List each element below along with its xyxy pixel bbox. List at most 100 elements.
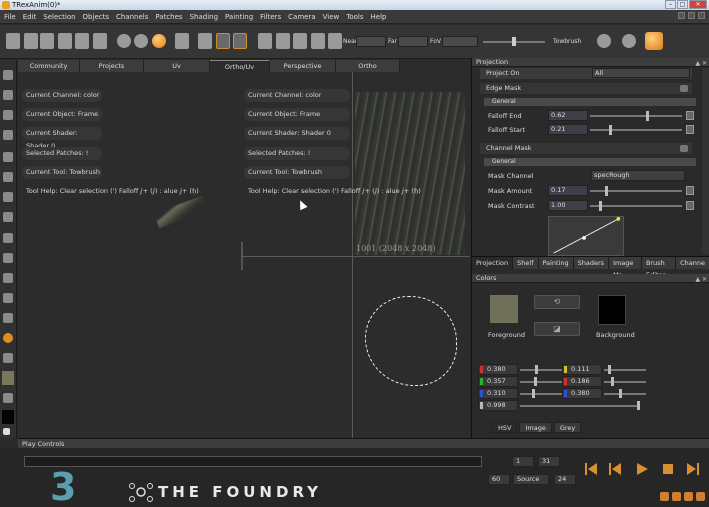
bg-channel-handle[interactable] <box>618 389 622 398</box>
stop-icon[interactable] <box>661 462 675 476</box>
channel-mask-general[interactable]: General <box>484 158 696 166</box>
gradient-tool-icon[interactable] <box>3 293 13 303</box>
projection-mode-icon[interactable] <box>198 33 212 49</box>
tab-image-manager[interactable]: Image Ma... <box>609 257 643 279</box>
fg-channel-slider[interactable] <box>520 405 640 407</box>
background-color-swatch[interactable] <box>598 295 626 325</box>
menu-selection[interactable]: Selection <box>43 13 75 21</box>
tab-perspective[interactable]: Perspective <box>270 60 336 72</box>
lock-camera-icon[interactable] <box>328 33 342 49</box>
minimize-button[interactable]: – <box>665 0 676 9</box>
swap-colors-button[interactable]: ⟲ <box>534 295 580 309</box>
mask-contrast-field[interactable]: 1.00 <box>548 200 588 211</box>
mask-channel-select[interactable]: specRough <box>591 170 685 181</box>
undo-icon[interactable] <box>75 33 89 49</box>
falloff-end-handle[interactable] <box>645 111 649 121</box>
menu-file[interactable]: File <box>4 13 16 21</box>
maximize-button[interactable]: □ <box>677 0 688 9</box>
bg-value-field[interactable]: 0.186 <box>562 376 602 387</box>
fg-channel-handle[interactable] <box>533 377 537 386</box>
viewport[interactable]: Community Projects Uv Ortho/Uv Perspecti… <box>18 60 470 438</box>
tab-projection[interactable]: Projection <box>472 257 514 269</box>
mask-curve-point[interactable] <box>582 236 586 240</box>
redo-icon[interactable] <box>93 33 107 49</box>
tab-shelf[interactable]: Shelf <box>513 257 539 269</box>
bg-value-field[interactable]: 0.111 <box>562 364 602 375</box>
fg-channel-slider[interactable] <box>520 381 562 383</box>
panel-header-controls[interactable]: ▲ ✕ <box>695 59 707 68</box>
fg-value-field[interactable]: 0.310 <box>478 388 518 399</box>
blur-tool-icon[interactable] <box>3 253 13 263</box>
render-icon[interactable] <box>311 33 325 49</box>
tab-brush-editor[interactable]: Brush Editor <box>642 257 677 279</box>
timeline-scrubber[interactable] <box>24 456 482 467</box>
tab-ortho[interactable]: Ortho <box>336 60 400 72</box>
flat-shading-icon[interactable] <box>117 34 131 48</box>
mask-contrast-slider[interactable] <box>590 205 682 207</box>
new-file-icon[interactable] <box>6 33 20 49</box>
fg-channel-handle[interactable] <box>636 401 640 410</box>
dodge-tool-icon[interactable] <box>3 273 13 283</box>
channel-mask-toggle-icon[interactable] <box>680 145 688 152</box>
falloff-start-handle[interactable] <box>608 125 612 135</box>
fg-channel-handle[interactable] <box>532 389 536 398</box>
step-field[interactable]: 24 <box>554 474 576 485</box>
play-icon[interactable] <box>635 462 649 476</box>
foreground-swatch[interactable] <box>2 371 14 385</box>
mask-amount-slider[interactable] <box>590 190 682 192</box>
menu-edit[interactable]: Edit <box>23 13 37 21</box>
eyedropper-tool-icon[interactable] <box>3 353 13 363</box>
save-as-icon[interactable] <box>58 33 72 49</box>
projection-panel-scrollbar[interactable] <box>702 68 709 254</box>
camera-view-icon[interactable] <box>276 33 290 49</box>
falloff-end-field[interactable]: 0.62 <box>548 110 588 121</box>
close-button[interactable]: ✕ <box>689 0 707 9</box>
falloff-start-slider[interactable] <box>590 129 682 131</box>
tab-hsv[interactable]: HSV <box>492 422 518 433</box>
source-select[interactable]: Source <box>513 474 549 485</box>
fg-value-field[interactable]: 0.357 <box>478 376 518 387</box>
save-icon[interactable] <box>40 33 54 49</box>
project-on-select[interactable]: All <box>592 68 690 78</box>
smear-tool-icon[interactable] <box>3 192 13 202</box>
paint-buffer-icon[interactable] <box>233 33 247 49</box>
colors-header-controls[interactable]: ▲ ✕ <box>695 275 707 284</box>
menu-patches[interactable]: Patches <box>155 13 182 21</box>
falloff-end-slider[interactable] <box>590 115 682 117</box>
mode-settings-icon[interactable] <box>645 32 663 50</box>
step-back-icon[interactable] <box>608 462 622 476</box>
fg-value-field[interactable]: 0.380 <box>478 364 518 375</box>
bg-channel-handle[interactable] <box>608 365 612 374</box>
move-tool-icon[interactable] <box>3 130 13 140</box>
reset-colors-icon[interactable] <box>3 428 10 435</box>
mask-amount-handle[interactable] <box>605 186 609 196</box>
brush-slider-handle[interactable] <box>512 37 516 46</box>
far-field[interactable] <box>398 36 428 47</box>
mask-amount-field[interactable]: 0.17 <box>548 185 588 196</box>
step-forward-icon[interactable] <box>686 462 700 476</box>
bg-value-field[interactable]: 0.380 <box>562 388 602 399</box>
menu-channels[interactable]: Channels <box>116 13 148 21</box>
mask-contrast-lock-icon[interactable] <box>686 201 694 210</box>
paint-color-icon[interactable] <box>622 34 636 48</box>
background-swatch[interactable] <box>2 410 14 424</box>
edge-mask-general[interactable]: General <box>484 98 696 106</box>
menu-help[interactable]: Help <box>371 13 387 21</box>
paint-tool-icon[interactable] <box>3 333 13 343</box>
pin-tool-icon[interactable] <box>3 212 13 222</box>
fg-channel-slider[interactable] <box>520 393 562 395</box>
tab-image[interactable]: Image <box>519 422 552 433</box>
tab-shaders[interactable]: Shaders <box>573 257 610 269</box>
smooth-shading-icon[interactable] <box>134 34 148 48</box>
edge-mask-toggle-icon[interactable] <box>680 85 688 92</box>
menu-filters[interactable]: Filters <box>260 13 281 21</box>
lasso-tool-icon[interactable] <box>3 90 13 100</box>
paint-through-icon[interactable] <box>216 33 230 49</box>
near-field[interactable] <box>356 36 386 47</box>
panel-close-icon[interactable] <box>698 12 705 19</box>
fg-channel-slider[interactable] <box>520 369 562 371</box>
open-file-icon[interactable] <box>24 33 38 49</box>
frame-start-field[interactable]: 1 <box>512 456 534 467</box>
menu-camera[interactable]: Camera <box>288 13 315 21</box>
mask-amount-lock-icon[interactable] <box>686 186 694 195</box>
